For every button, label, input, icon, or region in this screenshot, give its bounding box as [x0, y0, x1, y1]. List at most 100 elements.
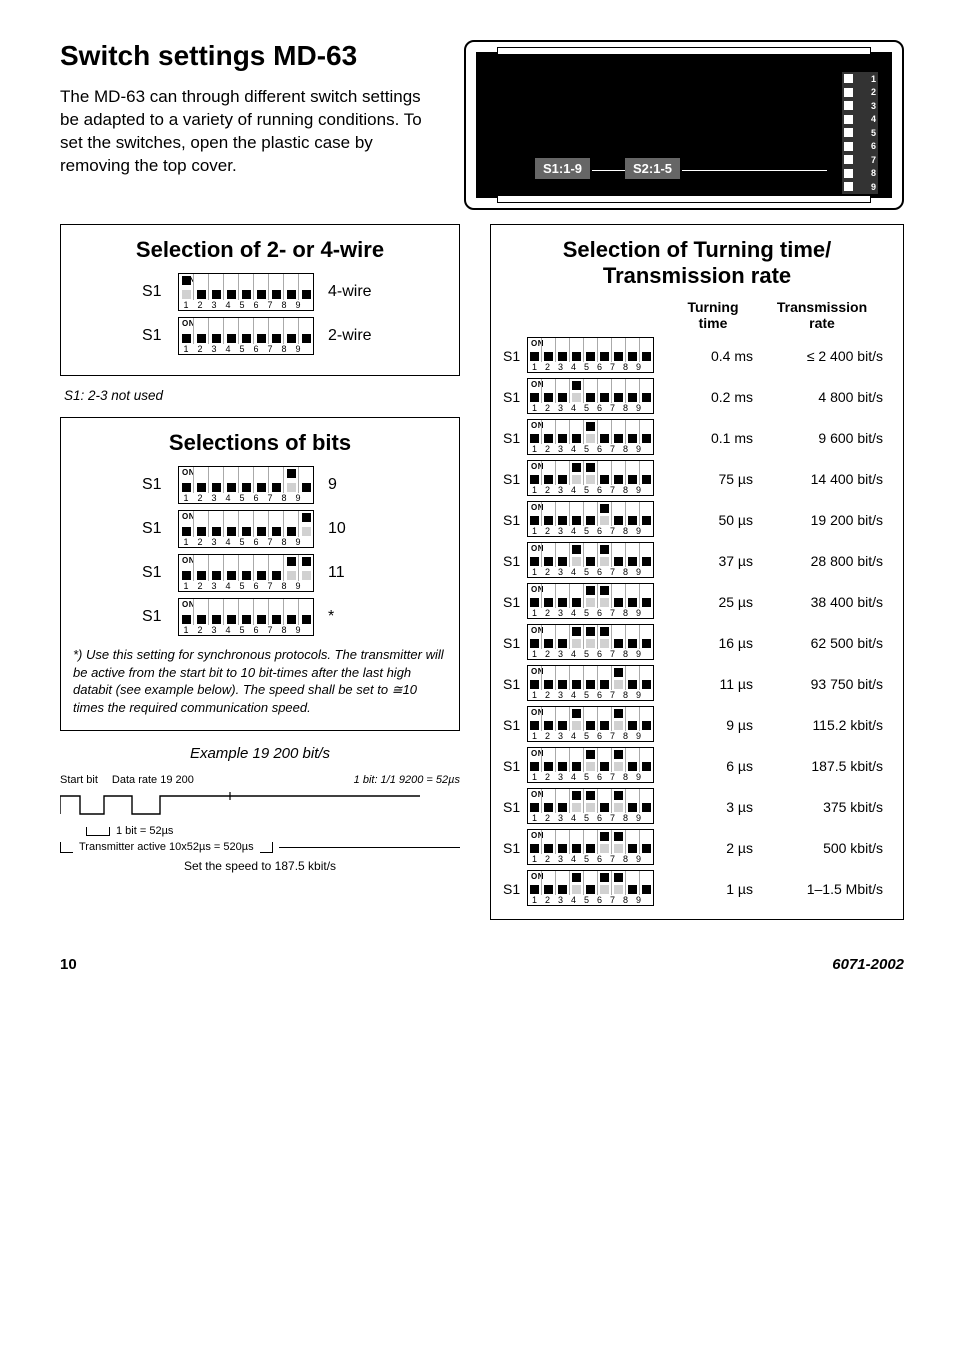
dip-switch: ON123456789 — [178, 554, 314, 592]
rate-table-head: Turningtime Transmissionrate — [503, 299, 891, 331]
device-label-s1: S1:1-9 — [535, 158, 590, 179]
turning-time: 6 µs — [673, 758, 763, 774]
transmission-rate: ≤ 2 400 bit/s — [763, 348, 891, 364]
switch-name: S1 — [503, 799, 527, 815]
transmission-rate: 115.2 kbit/s — [763, 717, 891, 733]
dip-switch: ON123456789 — [527, 460, 654, 496]
wire-note: S1: 2-3 not used — [64, 388, 460, 403]
dip-switch: ON123456789 — [178, 598, 314, 636]
switch-name: S1 — [503, 430, 527, 446]
device-diagram: S1:1-9 S2:1-5 1 2 3 4 5 6 7 8 9 — [464, 40, 904, 210]
rate-row: S1ON123456789 3 µs375 kbit/s — [503, 788, 891, 826]
rate-row: S1ON123456789 1 µs1–1.5 Mbit/s — [503, 870, 891, 908]
bits-label: 10 — [328, 520, 378, 538]
rate-row: S1ON123456789 0.4 ms≤ 2 400 bit/s — [503, 337, 891, 375]
wire-row: S1ON1234567892-wire — [73, 317, 447, 355]
bits-footnote: *) Use this setting for synchronous prot… — [73, 646, 447, 716]
dip-switch: ON123456789 — [527, 747, 654, 783]
ex-bitnote: 1 bit = 52µs — [116, 825, 173, 837]
transmission-rate: 500 kbit/s — [763, 840, 891, 856]
switch-name: S1 — [142, 564, 164, 582]
transmission-rate: 14 400 bit/s — [763, 471, 891, 487]
rate-row: S1ON1234567890.1 ms9 600 bit/s — [503, 419, 891, 457]
rate-row: S1ON12345678950 µs19 200 bit/s — [503, 501, 891, 539]
wire-label: 2-wire — [328, 327, 378, 345]
bits-row: S1ON1234567899 — [73, 466, 447, 504]
switch-name: S1 — [142, 327, 164, 345]
rate-row: S1ON123456789 6 µs187.5 kbit/s — [503, 747, 891, 785]
transmission-rate: 28 800 bit/s — [763, 553, 891, 569]
device-label-s2: S2:1-5 — [625, 158, 680, 179]
wire-row: S1ON1234567894-wire — [73, 273, 447, 311]
turning-time: 1 µs — [673, 881, 763, 897]
dip-switch: ON123456789 — [527, 624, 654, 660]
rate-row: S1ON1234567899 µs115.2 kbit/s — [503, 706, 891, 744]
switch-name: S1 — [503, 676, 527, 692]
turning-time: 50 µs — [673, 512, 763, 528]
transmission-rate: 375 kbit/s — [763, 799, 891, 815]
turning-time: 2 µs — [673, 840, 763, 856]
dip-switch: ON123456789 — [527, 870, 654, 906]
transmission-rate: 1–1.5 Mbit/s — [763, 881, 891, 897]
turning-time: 75 µs — [673, 471, 763, 487]
switch-name: S1 — [503, 471, 527, 487]
switch-name: S1 — [503, 758, 527, 774]
panel-rate: Selection of Turning time/ Transmission … — [490, 224, 904, 920]
transmission-rate: 4 800 bit/s — [763, 389, 891, 405]
panel-bits-heading: Selections of bits — [73, 430, 447, 456]
panel-wire: Selection of 2- or 4-wire S1ON1234567894… — [60, 224, 460, 376]
rate-row: S1ON12345678937 µs28 800 bit/s — [503, 542, 891, 580]
ex-rightnote: 1 bit: 1/1 9200 = 52µs — [354, 774, 460, 786]
rate-row: S1ON123456789 2 µs500 kbit/s — [503, 829, 891, 867]
turning-time: 16 µs — [673, 635, 763, 651]
rate-row: S1ON123456789 25 µs38 400 bit/s — [503, 583, 891, 621]
rate-row: S1ON12345678911 µs93 750 bit/s — [503, 665, 891, 703]
switch-name: S1 — [503, 553, 527, 569]
doc-number: 6071-2002 — [832, 956, 904, 973]
bits-label: * — [328, 608, 378, 626]
rate-row: S1ON12345678916 µs62 500 bit/s — [503, 624, 891, 662]
dip-switch: ON123456789 — [527, 337, 654, 373]
switch-name: S1 — [503, 348, 527, 364]
bits-row: S1ON123456789* — [73, 598, 447, 636]
dip-switch: ON123456789 — [527, 501, 654, 537]
bits-label: 9 — [328, 476, 378, 494]
device-side-dip: 1 2 3 4 5 6 7 8 9 — [841, 71, 879, 195]
page-title: Switch settings MD-63 — [60, 40, 444, 72]
transmission-rate: 187.5 kbit/s — [763, 758, 891, 774]
dip-switch: ON123456789 — [527, 706, 654, 742]
intro-text: The MD-63 can through different switch s… — [60, 86, 444, 178]
turning-time: 11 µs — [673, 676, 763, 692]
example-title: Example 19 200 bit/s — [60, 745, 460, 762]
page-number: 10 — [60, 956, 77, 973]
bits-label: 11 — [328, 564, 378, 582]
dip-switch: ON123456789 — [178, 466, 314, 504]
dip-switch: ON123456789 — [527, 788, 654, 824]
turning-time: 25 µs — [673, 594, 763, 610]
transmission-rate: 62 500 bit/s — [763, 635, 891, 651]
switch-name: S1 — [503, 840, 527, 856]
panel-rate-heading: Selection of Turning time/ Transmission … — [503, 237, 891, 289]
switch-name: S1 — [142, 520, 164, 538]
dip-switch: ON123456789 — [178, 273, 314, 311]
dip-switch: ON123456789 — [527, 378, 654, 414]
panel-bits: Selections of bits S1 ON123456789 9 S1 ON123… — [60, 417, 460, 731]
switch-name: S1 — [142, 283, 164, 301]
ex-waveform — [60, 788, 420, 820]
panel-wire-heading: Selection of 2- or 4-wire — [73, 237, 447, 263]
switch-name: S1 — [503, 512, 527, 528]
dip-switch: ON123456789 — [527, 583, 654, 619]
switch-name: S1 — [503, 594, 527, 610]
turning-time: 0.4 ms — [673, 348, 763, 364]
switch-name: S1 — [503, 717, 527, 733]
transmission-rate: 9 600 bit/s — [763, 430, 891, 446]
ex-txnote: Transmitter active 10x52µs = 520µs — [79, 841, 254, 853]
switch-name: S1 — [503, 881, 527, 897]
ex-label-datarate: Data rate 19 200 — [112, 774, 194, 786]
dip-switch: ON123456789 — [527, 665, 654, 701]
turning-time: 3 µs — [673, 799, 763, 815]
rate-row: S1ON1234567890.2 ms4 800 bit/s — [503, 378, 891, 416]
dip-switch: ON123456789 — [527, 829, 654, 865]
transmission-rate: 38 400 bit/s — [763, 594, 891, 610]
ex-caption: Set the speed to 187.5 kbit/s — [60, 859, 460, 873]
